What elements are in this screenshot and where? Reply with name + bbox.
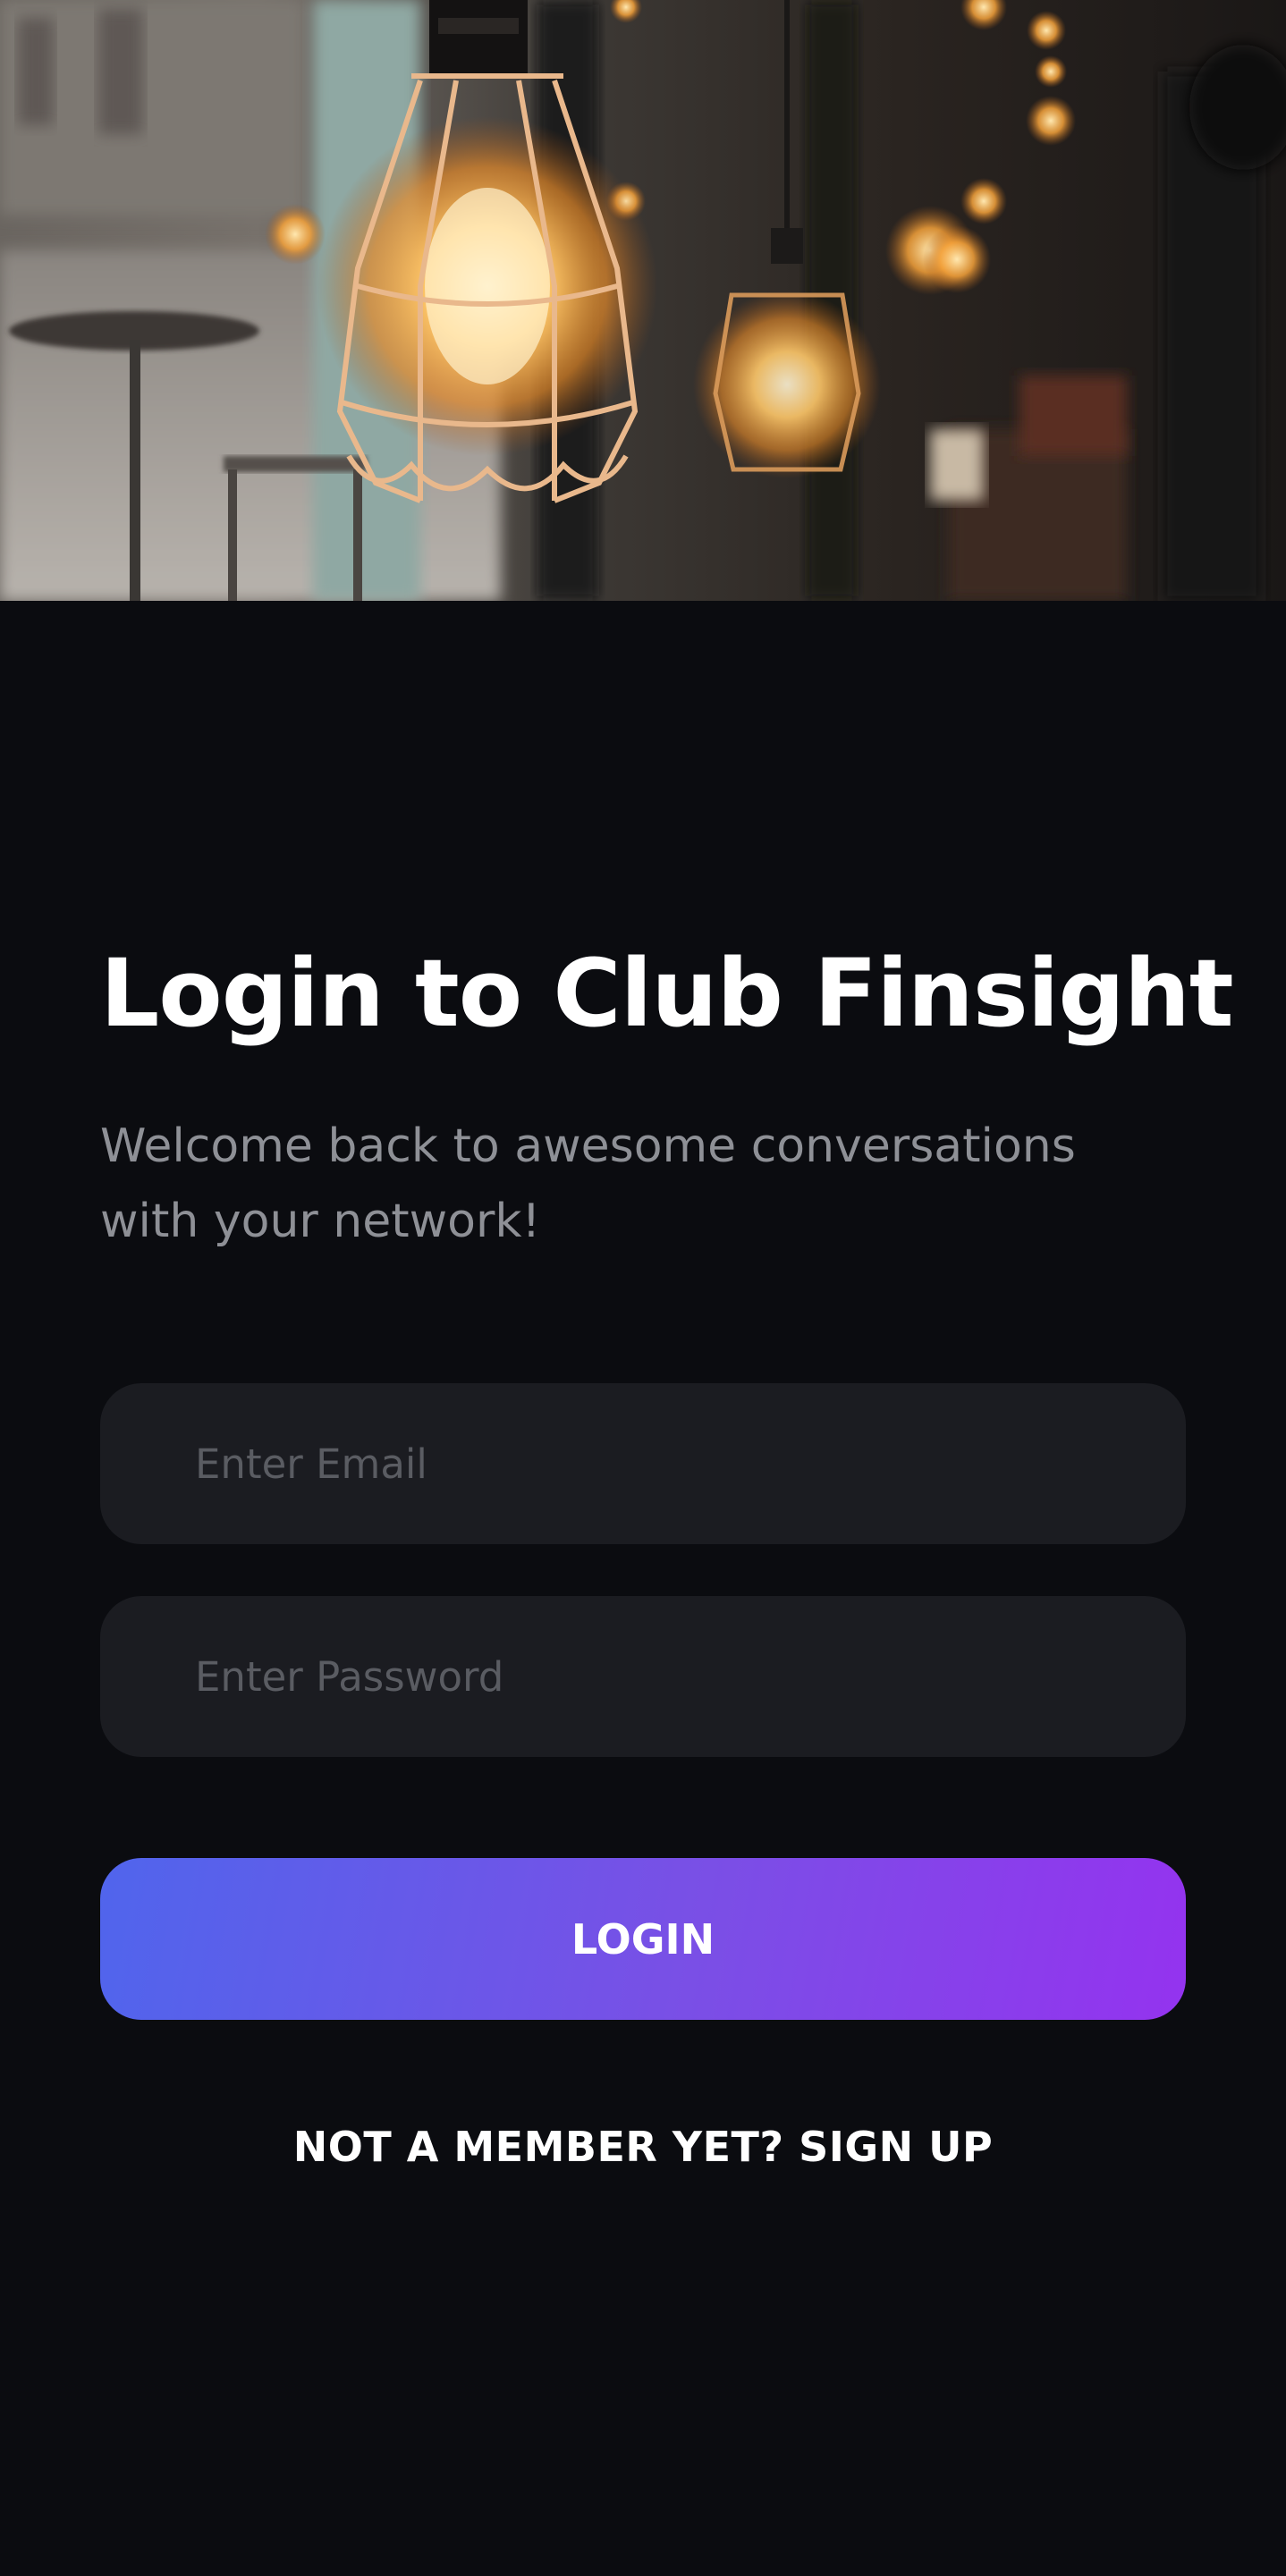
hero-image (0, 0, 1286, 601)
page-title: Login to Club Finsight (100, 939, 1234, 1048)
password-field[interactable] (195, 1596, 1186, 1757)
password-field-container (100, 1596, 1186, 1757)
sign-up-link[interactable]: NOT A MEMBER YET? SIGN UP (100, 2123, 1186, 2171)
login-screen: Login to Club Finsight Welcome back to a… (0, 0, 1286, 2576)
page-subtitle: Welcome back to awesome conversations wi… (100, 1119, 1076, 1248)
email-field[interactable] (195, 1383, 1186, 1544)
pendant-lights-photo (0, 0, 1286, 601)
login-button[interactable]: LOGIN (100, 1858, 1186, 2020)
email-field-container (100, 1383, 1186, 1544)
